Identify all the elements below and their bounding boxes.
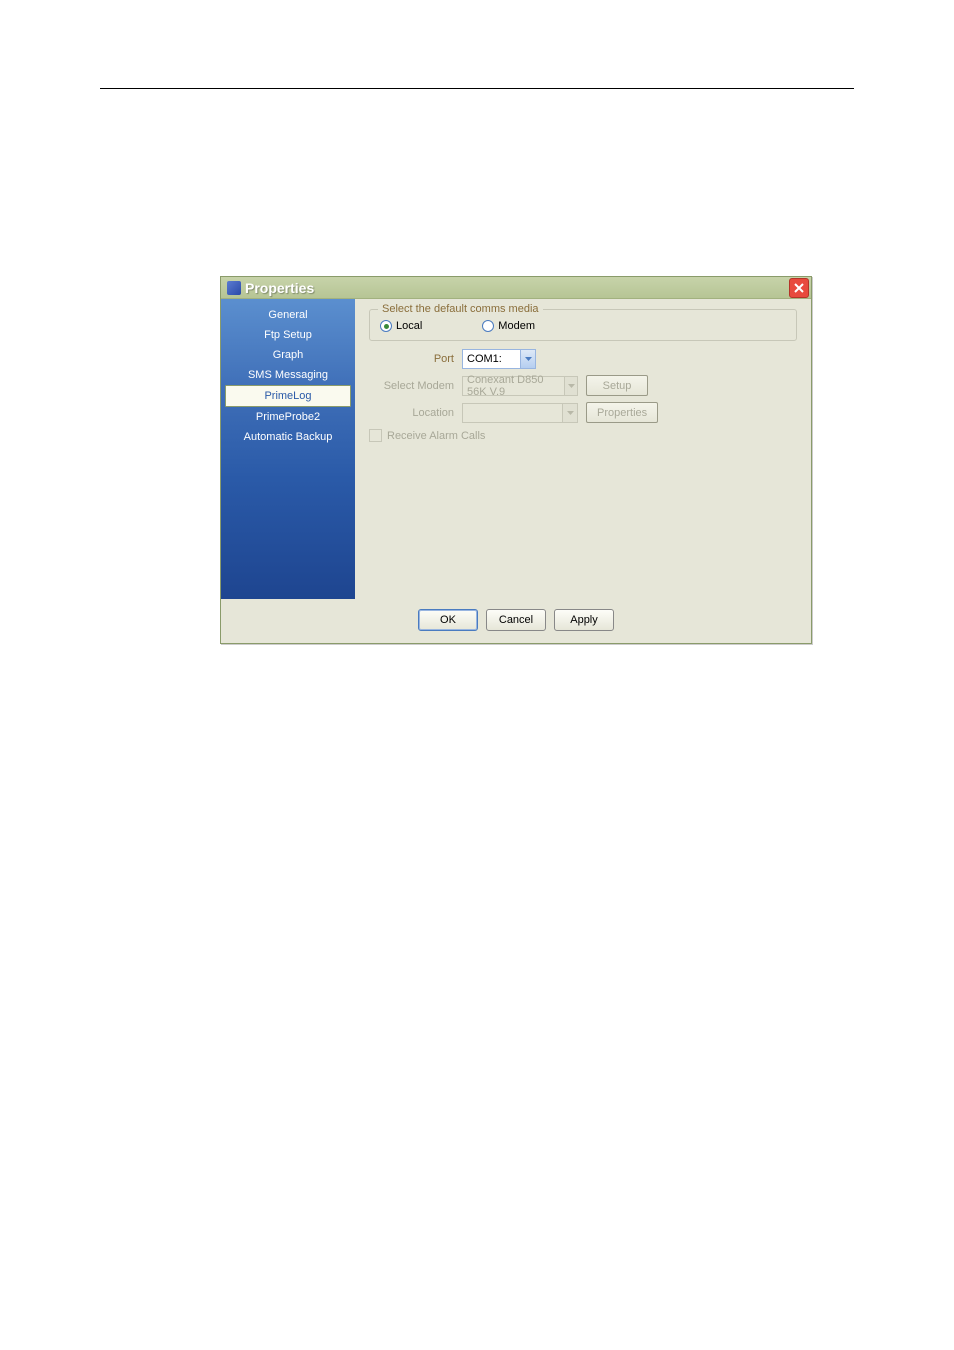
port-select[interactable]: COM1: xyxy=(462,349,536,369)
sidebar-item-label: Graph xyxy=(273,349,304,361)
radio-circle-icon xyxy=(380,320,392,332)
location-row: Location Properties xyxy=(369,402,797,423)
port-value: COM1: xyxy=(467,353,502,365)
modem-select: Conexant D850 56K V.9 xyxy=(462,376,578,396)
cancel-button-label: Cancel xyxy=(499,614,533,626)
sidebar-item-label: Automatic Backup xyxy=(244,431,333,443)
dialog-body: General Ftp Setup Graph SMS Messaging Pr… xyxy=(221,299,811,599)
sidebar-item-label: Ftp Setup xyxy=(264,329,312,341)
properties-button-label: Properties xyxy=(597,407,647,419)
horizontal-rule xyxy=(100,88,854,89)
radio-row: Local Modem xyxy=(380,320,786,332)
location-select xyxy=(462,403,578,423)
close-button[interactable] xyxy=(789,278,809,298)
ok-button-label: OK xyxy=(440,614,456,626)
sidebar-item-label: General xyxy=(268,309,307,321)
modem-value: Conexant D850 56K V.9 xyxy=(467,374,564,398)
select-modem-label: Select Modem xyxy=(369,380,454,392)
radio-dot-icon xyxy=(384,324,389,329)
sidebar: General Ftp Setup Graph SMS Messaging Pr… xyxy=(221,299,355,599)
properties-button: Properties xyxy=(586,402,658,423)
sidebar-item-automatic-backup[interactable]: Automatic Backup xyxy=(221,427,355,447)
comms-media-group: Select the default comms media Local Mod… xyxy=(369,309,797,341)
radio-modem[interactable]: Modem xyxy=(482,320,535,332)
page: Properties General Ftp Setup Graph SMS M… xyxy=(0,0,954,1350)
dropdown-button xyxy=(564,377,577,395)
receive-alarm-label: Receive Alarm Calls xyxy=(387,430,485,442)
properties-dialog: Properties General Ftp Setup Graph SMS M… xyxy=(220,276,812,644)
dialog-title: Properties xyxy=(245,280,314,296)
radio-local-label: Local xyxy=(396,320,422,332)
app-icon xyxy=(227,281,241,295)
sidebar-item-label: PrimeProbe2 xyxy=(256,411,320,423)
apply-button[interactable]: Apply xyxy=(554,609,614,631)
group-title: Select the default comms media xyxy=(378,303,543,315)
select-modem-row: Select Modem Conexant D850 56K V.9 Setup xyxy=(369,375,797,396)
radio-circle-icon xyxy=(482,320,494,332)
ok-button[interactable]: OK xyxy=(418,609,478,631)
sidebar-item-graph[interactable]: Graph xyxy=(221,345,355,365)
port-label: Port xyxy=(369,353,454,365)
sidebar-item-label: PrimeLog xyxy=(264,390,311,402)
dialog-footer: OK Cancel Apply xyxy=(221,599,811,643)
sidebar-item-sms-messaging[interactable]: SMS Messaging xyxy=(221,365,355,385)
radio-local[interactable]: Local xyxy=(380,320,422,332)
receive-alarm-checkbox xyxy=(369,429,382,442)
sidebar-item-general[interactable]: General xyxy=(221,305,355,325)
cancel-button[interactable]: Cancel xyxy=(486,609,546,631)
close-icon xyxy=(793,282,805,294)
setup-button: Setup xyxy=(586,375,648,396)
chevron-down-icon xyxy=(567,411,574,415)
titlebar[interactable]: Properties xyxy=(221,277,811,299)
radio-modem-label: Modem xyxy=(498,320,535,332)
port-row: Port COM1: xyxy=(369,349,797,369)
chevron-down-icon xyxy=(568,384,575,388)
receive-alarm-row: Receive Alarm Calls xyxy=(369,429,797,442)
sidebar-item-primeprobe2[interactable]: PrimeProbe2 xyxy=(221,407,355,427)
titlebar-left: Properties xyxy=(227,280,314,296)
sidebar-item-label: SMS Messaging xyxy=(248,369,328,381)
content-panel: Select the default comms media Local Mod… xyxy=(355,299,811,599)
dropdown-button xyxy=(562,404,577,422)
setup-button-label: Setup xyxy=(603,380,632,392)
sidebar-item-primelog[interactable]: PrimeLog xyxy=(225,385,351,407)
chevron-down-icon xyxy=(525,357,532,361)
apply-button-label: Apply xyxy=(570,614,598,626)
location-label: Location xyxy=(369,407,454,419)
sidebar-item-ftp-setup[interactable]: Ftp Setup xyxy=(221,325,355,345)
dropdown-button[interactable] xyxy=(520,350,535,368)
